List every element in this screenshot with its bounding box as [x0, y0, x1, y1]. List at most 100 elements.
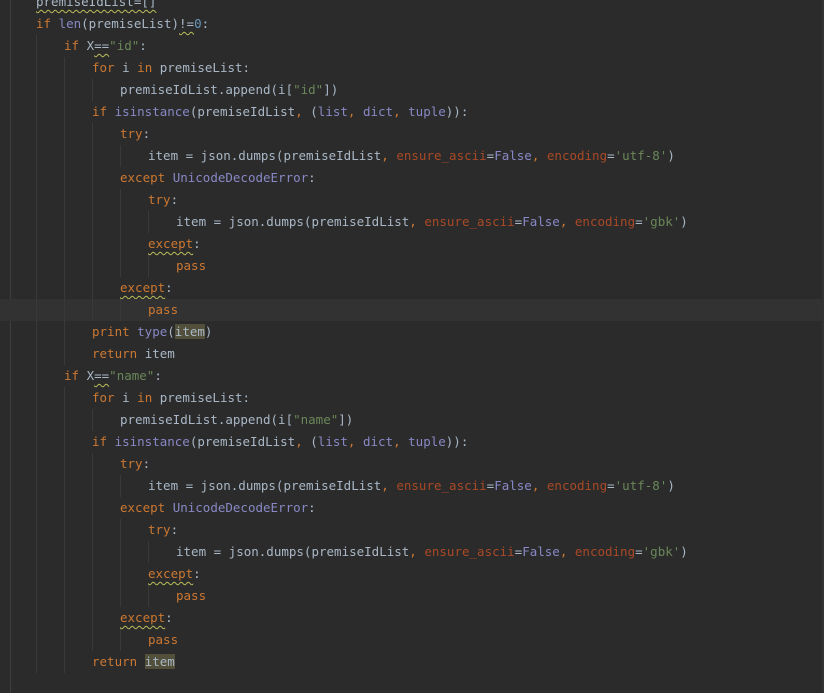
- code-line[interactable]: try:: [0, 453, 824, 475]
- indent-guide: [92, 255, 93, 277]
- code-token: item = json.dumps(premiseIdList: [148, 148, 382, 163]
- code-token: :: [193, 236, 201, 251]
- code-line-content: pass: [176, 585, 206, 607]
- code-token: premiseList:: [159, 60, 251, 75]
- code-token: try: [148, 192, 171, 207]
- code-line[interactable]: item = json.dumps(premiseIdList, ensure_…: [0, 145, 824, 167]
- code-line[interactable]: try:: [0, 189, 824, 211]
- code-token: pass: [176, 258, 207, 273]
- code-token: ==: [94, 38, 110, 53]
- code-token: ,: [347, 434, 363, 449]
- code-token: False: [494, 478, 532, 493]
- code-token: )):: [445, 434, 469, 449]
- indent-guide: [36, 321, 37, 343]
- code-line-content: item = json.dumps(premiseIdList, ensure_…: [176, 211, 688, 233]
- code-line[interactable]: if X=="name":: [0, 365, 824, 387]
- code-token: 'gbk': [642, 214, 681, 229]
- indent-guide: [92, 145, 93, 167]
- code-line[interactable]: except:: [0, 563, 824, 585]
- code-token: ensure_ascii: [396, 148, 487, 163]
- code-token: ]): [338, 412, 354, 427]
- indent-guide: [120, 563, 121, 585]
- code-line-content: premiseIdList=[]: [36, 0, 156, 13]
- code-token: !=: [179, 16, 195, 31]
- indent-guide: [36, 563, 37, 585]
- code-token: ,: [393, 434, 409, 449]
- code-line[interactable]: except UnicodeDecodeError:: [0, 497, 824, 519]
- code-line-content: if isinstance(premiseIdList, (list, dict…: [92, 101, 468, 123]
- code-token: pass: [148, 632, 179, 647]
- code-line[interactable]: item = json.dumps(premiseIdList, ensure_…: [0, 475, 824, 497]
- code-line[interactable]: try:: [0, 519, 824, 541]
- code-line[interactable]: premiseIdList.append(i["name"]): [0, 409, 824, 431]
- code-token: ,: [531, 148, 547, 163]
- indent-guide: [92, 475, 93, 497]
- code-token: :: [165, 280, 173, 295]
- code-line[interactable]: for i in premiseList:: [0, 57, 824, 79]
- code-line[interactable]: except:: [0, 233, 824, 255]
- indent-guide: [36, 475, 37, 497]
- code-token: ,: [393, 104, 409, 119]
- code-line[interactable]: pass: [0, 585, 824, 607]
- indent-guide: [120, 475, 121, 497]
- code-line[interactable]: premiseIdList.append(i["id"]): [0, 79, 824, 101]
- code-token: False: [522, 544, 560, 559]
- indent-guide: [64, 321, 65, 343]
- code-token: dict: [362, 104, 394, 119]
- code-token: except: [148, 236, 194, 251]
- indent-guide: [92, 79, 93, 101]
- code-token: if: [92, 104, 115, 119]
- indent-guide: [120, 145, 121, 167]
- code-line[interactable]: item = json.dumps(premiseIdList, ensure_…: [0, 541, 824, 563]
- code-token: try: [120, 456, 143, 471]
- code-token: "id": [293, 82, 324, 97]
- code-token: ,: [381, 148, 397, 163]
- code-token: print: [92, 324, 138, 339]
- code-token: ,: [409, 214, 425, 229]
- code-line[interactable]: pass: [0, 629, 824, 651]
- code-line-content: item = json.dumps(premiseIdList, ensure_…: [148, 145, 675, 167]
- code-line[interactable]: return item: [0, 651, 824, 673]
- indent-guide: [64, 387, 65, 409]
- code-line[interactable]: if X=="id":: [0, 35, 824, 57]
- indent-guide: [120, 585, 121, 607]
- indent-guide: [64, 607, 65, 629]
- code-line-content: except:: [148, 563, 201, 585]
- indent-guide: [120, 541, 121, 563]
- code-line[interactable]: premiseIdList=[]: [0, 0, 824, 13]
- code-token: in: [137, 60, 160, 75]
- code-line[interactable]: try:: [0, 123, 824, 145]
- code-token: =: [607, 148, 615, 163]
- code-line[interactable]: return item: [0, 343, 824, 365]
- code-line[interactable]: pass: [0, 255, 824, 277]
- code-line[interactable]: print type(item): [0, 321, 824, 343]
- code-line[interactable]: if len(premiseList)!=0:: [0, 13, 824, 35]
- code-token: tuple: [408, 434, 446, 449]
- code-line-content: try:: [120, 123, 150, 145]
- indent-guide: [36, 211, 37, 233]
- code-token: :: [142, 126, 151, 141]
- code-token: :: [308, 170, 316, 185]
- code-token: for: [92, 390, 123, 405]
- code-token: :: [308, 500, 316, 515]
- code-token: dict: [362, 434, 394, 449]
- code-line[interactable]: pass: [0, 299, 824, 321]
- code-token: except: [120, 170, 173, 185]
- code-line[interactable]: for i in premiseList:: [0, 387, 824, 409]
- code-line[interactable]: except:: [0, 607, 824, 629]
- code-token: pass: [148, 302, 179, 317]
- code-token: ]): [323, 82, 339, 97]
- code-line[interactable]: except:: [0, 277, 824, 299]
- code-line-content: try:: [148, 189, 178, 211]
- code-editor[interactable]: premiseIdList=[] if len(premiseList)!=0: i…: [0, 0, 824, 693]
- code-line-content: item = json.dumps(premiseIdList, ensure_…: [148, 475, 675, 497]
- code-token: :: [201, 16, 210, 31]
- code-line[interactable]: if isinstance(premiseIdList, (list, dict…: [0, 101, 824, 123]
- code-token: "id": [109, 38, 140, 53]
- code-token: ,: [559, 214, 575, 229]
- code-token: item = json.dumps(premiseIdList: [176, 544, 410, 559]
- code-line[interactable]: if isinstance(premiseIdList, (list, dict…: [0, 431, 824, 453]
- code-line[interactable]: item = json.dumps(premiseIdList, ensure_…: [0, 211, 824, 233]
- indent-guide: [36, 453, 37, 475]
- code-line[interactable]: except UnicodeDecodeError:: [0, 167, 824, 189]
